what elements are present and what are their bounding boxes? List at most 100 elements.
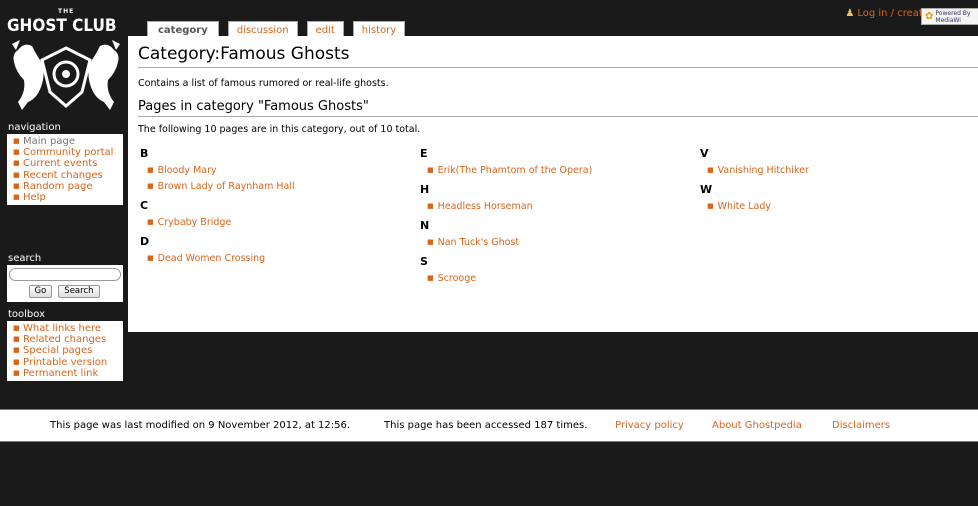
footer: This page was last modified on 9 Novembe… [0,409,978,442]
sidebar-item-help[interactable]: ■ Help [11,192,123,203]
user-icon: ♟ [845,8,855,19]
search-input[interactable] [9,268,121,281]
search-form: Go Search [7,265,123,302]
page-title: Category:Famous Ghosts [138,44,978,68]
page-link[interactable]: Erik(The Phamtom of the Opera) [438,165,593,176]
toolbox-list: ■ What links here ■ Related changes ■ Speci… [7,321,123,382]
sidebar-item-related-changes[interactable]: ■ Related changes [11,334,123,345]
bullet-icon: ■ [147,218,154,226]
footer-lastmod: This page was last modified on 9 Novembe… [50,420,351,431]
sidebar-item-label: What links here [23,323,102,334]
site-logo[interactable]: THE GHOST CLUB [5,8,127,118]
bullet-icon: ■ [13,170,20,179]
list-item[interactable]: ■ Headless Horseman [427,201,690,212]
go-button[interactable]: Go [28,285,53,298]
tab-discussion-label: discussion [236,25,289,36]
list-item[interactable]: ■ Crybaby Bridge [147,217,410,228]
bullet-icon: ■ [427,238,434,246]
sidebar-item-special-pages[interactable]: ■ Special pages [11,345,123,356]
list-item[interactable]: ■ Bloody Mary [147,165,410,176]
bullet-icon: ■ [13,346,20,355]
powered-by-product: MediaWi [935,16,961,24]
tab-history[interactable]: history [352,21,406,37]
navigation-portlet: navigation ■ Main page ■ Community portal … [7,122,123,206]
bullet-icon: ■ [707,202,714,210]
bullet-icon: ■ [427,202,434,210]
list-item[interactable]: ■ Nan Tuck's Ghost [427,237,690,248]
page-link[interactable]: Brown Lady of Raynham Hall [158,181,295,192]
list-item[interactable]: ■ Brown Lady of Raynham Hall [147,181,410,192]
ghost-club-crest-icon [12,40,120,110]
toolbox-portlet: toolbox ■ What links here ■ Related change… [7,309,123,382]
page-link[interactable]: White Lady [718,201,771,212]
category-column-2: E ■ Erik(The Phamtom of the Opera) H ■ Hea… [420,147,690,289]
list-item[interactable]: ■ Vanishing Hitchiker [707,165,970,176]
letter-heading: B [140,147,149,160]
list-item[interactable]: ■ Erik(The Phamtom of the Opera) [427,165,690,176]
bullet-icon: ■ [147,182,154,190]
powered-by-text: Powered By MediaWi [935,10,970,24]
pages-heading: Pages in category "Famous Ghosts" [138,99,978,117]
tab-edit[interactable]: edit [306,21,344,37]
sidebar-item-permanent-link[interactable]: ■ Permanent link [11,368,123,379]
sidebar-item-label: Community portal [23,147,114,159]
list-item[interactable]: ■ Dead Women Crossing [147,253,410,264]
toolbox-title: toolbox [8,309,46,320]
page-link[interactable]: Crybaby Bridge [158,217,232,228]
bullet-icon: ■ [707,166,714,174]
list-item[interactable]: ■ Scrooge [427,273,690,284]
letter-heading: H [420,183,430,196]
sidebar-item-what-links-here[interactable]: ■ What links here [11,323,123,334]
bullet-icon: ■ [13,335,20,344]
bullet-icon: ■ [13,324,20,332]
tab-edit-label: edit [315,25,335,36]
about-link[interactable]: About Ghostpedia [712,410,802,442]
page-link[interactable]: Scrooge [438,273,476,284]
page-link[interactable]: Bloody Mary [158,165,217,176]
sidebar-item-printable-version[interactable]: ■ Printable version [11,357,123,368]
logo-name: GHOST CLUB [7,16,117,36]
sidebar-item-current-events[interactable]: ■ Current events [11,158,123,169]
sidebar-item-label: Main page [23,136,76,147]
disclaimers-link[interactable]: Disclaimers [832,410,890,442]
main-content: Category:Famous Ghosts Contains a list o… [128,36,978,332]
tab-history-label: history [361,25,397,36]
page-link[interactable]: Vanishing Hitchiker [718,165,809,176]
page-link[interactable]: Nan Tuck's Ghost [438,237,520,248]
sidebar-item-recent-changes[interactable]: ■ Recent changes [11,170,123,181]
mediawiki-flower-icon: ✿ [925,11,934,22]
page-link[interactable]: Dead Women Crossing [158,253,266,264]
letter-heading: V [700,147,709,160]
letter-heading: N [420,219,430,232]
page-link[interactable]: Headless Horseman [438,201,533,212]
letter-heading: E [420,147,428,160]
tab-discussion[interactable]: discussion [227,21,298,37]
pages-summary: The following 10 pages are in this categ… [138,124,421,135]
logo-top-text: THE [58,8,75,15]
category-column-3: V ■ Vanishing Hitchiker W ■ White Lady [700,147,970,217]
letter-heading: W [700,183,713,196]
bullet-icon: ■ [147,166,154,174]
privacy-policy-link[interactable]: Privacy policy [615,410,684,442]
sidebar-item-label: Related changes [23,334,107,346]
list-item[interactable]: ■ White Lady [707,201,970,212]
category-intro: Contains a list of famous rumored or rea… [138,78,389,89]
bullet-icon: ■ [13,181,20,190]
sidebar-item-label: Permanent link [23,367,99,379]
navigation-title: navigation [8,122,61,133]
footer-viewcount: This page has been accessed 187 times. [384,420,588,431]
search-button[interactable]: Search [58,285,100,298]
letter-heading: S [420,255,428,268]
tab-category-label: category [158,25,208,36]
powered-by-mediawiki-badge[interactable]: ✿ Powered By MediaWi [921,8,978,25]
search-portlet: search Go Search [7,253,123,302]
bullet-icon: ■ [13,357,20,366]
sidebar-item-random-page[interactable]: ■ Random page [11,181,123,192]
sidebar-item-community-portal[interactable]: ■ Community portal [11,147,123,158]
bullet-icon: ■ [13,137,20,145]
tab-category[interactable]: category [147,21,219,37]
bullet-icon: ■ [427,166,434,174]
bullet-icon: ■ [147,254,154,262]
sidebar-item-main-page[interactable]: ■ Main page [11,136,123,147]
search-buttons: Go Search [9,285,119,298]
